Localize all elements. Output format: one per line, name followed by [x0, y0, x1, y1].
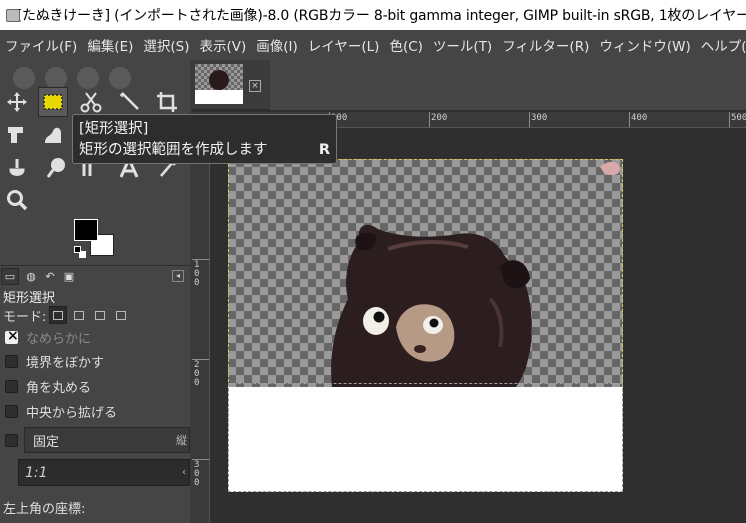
- selection-marching-ants: [228, 383, 623, 492]
- ruler-h-label: 500: [731, 113, 746, 123]
- mode-row: モード:: [3, 305, 130, 325]
- move-icon: [7, 92, 27, 112]
- move-tool-button[interactable]: [2, 87, 32, 117]
- antialias-option[interactable]: なめらかに: [5, 327, 91, 347]
- antialias-checkbox[interactable]: [5, 328, 19, 344]
- scissors-tool-button[interactable]: [76, 87, 106, 117]
- fuzzy-select-tool-button[interactable]: [114, 87, 144, 117]
- tooltip-title: [矩形選択]: [79, 121, 149, 137]
- menu-file[interactable]: ファイル(F): [0, 35, 82, 55]
- expand-from-center-label: 中央から拡げる: [26, 405, 118, 421]
- rect-select-tool-button[interactable]: [38, 87, 68, 117]
- images-tab-icon[interactable]: ▣: [60, 268, 78, 285]
- title-bar: *[たぬきけーき] (インポートされた画像)-8.0 (RGBカラー 8-bit…: [0, 0, 746, 30]
- rounded-corners-option[interactable]: 角を丸める: [5, 376, 91, 396]
- expand-from-center-option[interactable]: 中央から拡げる: [5, 401, 117, 421]
- vertical-ruler[interactable]: 100 200 300: [192, 128, 210, 523]
- image-thumbnail: [195, 64, 243, 104]
- transform-tool-button[interactable]: [2, 120, 32, 150]
- ruler-h-label: 200: [431, 113, 448, 123]
- feather-label: 境界をぼかす: [26, 355, 105, 371]
- zoom-tool-button[interactable]: [2, 185, 32, 215]
- scissors-icon: [80, 92, 102, 113]
- menu-layer[interactable]: レイヤー(L): [303, 35, 385, 55]
- tanuki-image: [331, 161, 620, 387]
- feather-option[interactable]: 境界をぼかす: [5, 351, 104, 371]
- antialias-label: なめらかに: [26, 331, 92, 347]
- foreground-color-swatch[interactable]: [74, 219, 98, 241]
- warp-tool-button[interactable]: [38, 120, 68, 150]
- mode-add-button[interactable]: [70, 306, 88, 324]
- fixed-option[interactable]: [5, 430, 26, 450]
- aspect-ratio-field[interactable]: 1:1 ‹: [18, 459, 190, 486]
- tool-tooltip: [矩形選択] 矩形の選択範囲を作成します R: [72, 114, 337, 164]
- rect-select-icon: [43, 94, 63, 110]
- ruler-v-label: 200: [194, 360, 200, 388]
- close-icon[interactable]: ×: [249, 80, 261, 92]
- tool-options-title: 矩形選択: [3, 291, 56, 306]
- aspect-ratio-value: 1:1: [25, 464, 48, 481]
- window-title: *[たぬきけーき] (インポートされた画像)-8.0 (RGBカラー 8-bit…: [10, 8, 746, 24]
- menu-tools[interactable]: ツール(T): [428, 35, 497, 55]
- rounded-corners-label: 角を丸める: [26, 380, 92, 396]
- fixed-checkbox[interactable]: [5, 433, 18, 447]
- tool-options-tab-icon[interactable]: ▭: [1, 268, 19, 285]
- menu-select[interactable]: 選択(S): [138, 35, 194, 55]
- transform-icon: [8, 127, 23, 143]
- fixed-mode-value: 縦: [176, 434, 187, 447]
- menu-help[interactable]: ヘルプ(H): [696, 35, 746, 55]
- mode-label: モード:: [3, 309, 47, 325]
- mode-replace-button[interactable]: [49, 306, 68, 324]
- tooltip-shortcut: R: [318, 142, 330, 158]
- mode-subtract-button[interactable]: [91, 306, 109, 324]
- menu-filters[interactable]: フィルター(R): [497, 35, 594, 55]
- device-status-tab-icon[interactable]: ◍: [22, 268, 40, 285]
- ruler-v-label: 100: [194, 260, 200, 288]
- expand-from-center-checkbox[interactable]: [5, 404, 18, 418]
- ruler-h-label: 300: [531, 113, 548, 123]
- feather-checkbox[interactable]: [5, 354, 18, 368]
- menu-windows[interactable]: ウィンドウ(W): [594, 35, 695, 55]
- fixed-mode-combo[interactable]: 固定 縦: [24, 427, 190, 453]
- fuzzy-select-icon: [120, 92, 139, 110]
- ruler-v-label: 300: [194, 460, 200, 488]
- warp-icon: [45, 127, 61, 143]
- menu-view[interactable]: 表示(V): [195, 35, 252, 55]
- rounded-corners-checkbox[interactable]: [5, 379, 18, 393]
- zoom-icon: [7, 190, 28, 211]
- smudge-icon: [46, 158, 65, 178]
- position-label: 左上角の座標:: [3, 502, 86, 517]
- menu-image[interactable]: 画像(I): [251, 35, 303, 55]
- tooltip-description: 矩形の選択範囲を作成します: [79, 142, 268, 158]
- crop-tool-button[interactable]: [152, 87, 182, 117]
- chevron-left-icon[interactable]: ‹: [182, 467, 186, 478]
- menu-edit[interactable]: 編集(E): [82, 35, 138, 55]
- image-tab[interactable]: ×: [192, 60, 270, 110]
- menu-bar: ファイル(F) 編集(E) 選択(S) 表示(V) 画像(I) レイヤー(L) …: [0, 30, 746, 60]
- undo-history-tab-icon[interactable]: ↶: [41, 268, 59, 285]
- fixed-label: 固定: [33, 434, 60, 450]
- crop-icon: [157, 92, 177, 112]
- mode-intersect-button[interactable]: [112, 306, 130, 324]
- smudge-tool-button[interactable]: [42, 153, 72, 183]
- ruler-h-label: 400: [631, 113, 648, 123]
- paintbrush-icon: [9, 159, 25, 176]
- dock-menu-icon[interactable]: ◂: [172, 270, 184, 282]
- dock-tab-bar: ▭ ◍ ↶ ▣ ◂: [0, 265, 190, 285]
- default-colors-icon[interactable]: [74, 246, 81, 253]
- menu-colors[interactable]: 色(C): [384, 35, 427, 55]
- paintbrush-tool-button[interactable]: [2, 153, 32, 183]
